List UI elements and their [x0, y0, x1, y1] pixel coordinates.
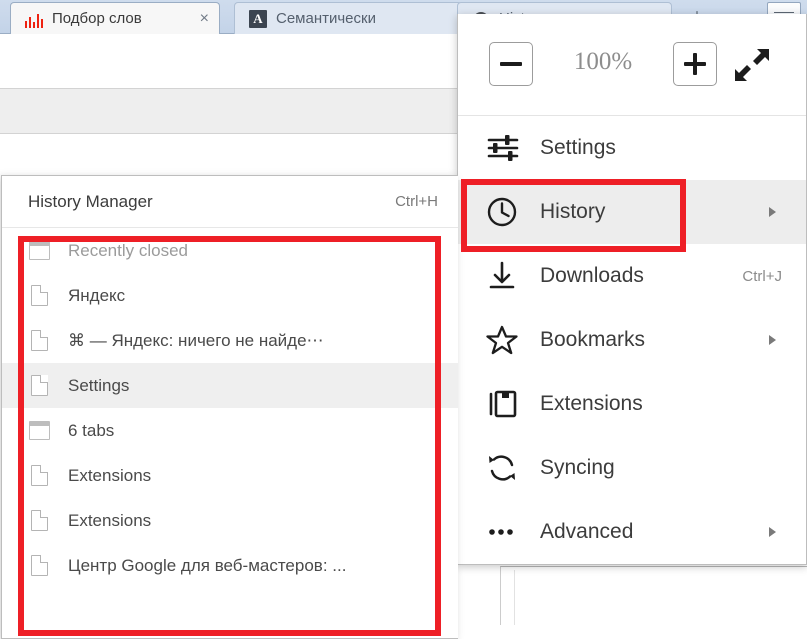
- extensions-icon: [486, 388, 526, 420]
- menu-item-label: History: [540, 200, 606, 223]
- history-entry-extensions-2[interactable]: Extensions: [2, 498, 458, 543]
- menu-item-label: Settings: [540, 136, 616, 159]
- page-icon: [28, 283, 50, 309]
- page-icon: [28, 508, 50, 534]
- history-entry-settings[interactable]: Settings: [2, 363, 458, 408]
- history-entry-yandex-not-found[interactable]: ⌘ — Яндекс: ничего не найде⋯: [2, 318, 458, 363]
- history-manager-label: History Manager: [28, 191, 153, 211]
- history-entry-label: Settings: [68, 375, 130, 395]
- page-icon: [28, 373, 50, 399]
- menu-item-settings[interactable]: Settings: [458, 116, 806, 180]
- history-entry-label: Центр Google для веб-мастеров: ...: [68, 555, 347, 575]
- history-entry-label: Яндекс: [68, 285, 126, 305]
- history-entry-google-webmasters[interactable]: Центр Google для веб-мастеров: ...: [2, 543, 458, 588]
- page-icon: [28, 328, 50, 354]
- clock-icon: [486, 196, 526, 228]
- download-arrow-icon: [486, 260, 526, 292]
- tab-podbor-slov[interactable]: Подбор слов ×: [10, 2, 220, 34]
- sliders-icon: [486, 133, 526, 163]
- tab-title: Семантически: [276, 10, 376, 27]
- chevron-right-icon: [769, 527, 776, 537]
- page-inner-frame-divider: [514, 570, 515, 625]
- plus-icon: [684, 53, 706, 75]
- menu-item-label: Extensions: [540, 392, 643, 415]
- zoom-level-value: 100%: [573, 48, 633, 75]
- history-entry-label: Extensions: [68, 510, 152, 530]
- menu-item-label: Bookmarks: [540, 328, 646, 351]
- history-entry-recently-closed[interactable]: Recently closed: [2, 228, 458, 273]
- fullscreen-arrows-icon: [735, 49, 769, 81]
- history-entry-label: 6 tabs: [68, 420, 115, 440]
- fullscreen-button[interactable]: [732, 47, 772, 83]
- history-entry-extensions-1[interactable]: Extensions: [2, 453, 458, 498]
- menu-item-shortcut: Ctrl+J: [742, 267, 782, 285]
- zoom-control-row: 100%: [458, 14, 806, 116]
- menu-item-label: Syncing: [540, 456, 615, 479]
- page-inner-frame: [500, 566, 807, 625]
- minus-icon: [500, 62, 522, 66]
- menu-item-extensions[interactable]: Extensions: [458, 372, 806, 436]
- history-manager-item[interactable]: History Manager Ctrl+H: [2, 176, 458, 228]
- browser-window: Подбор слов × A Семантически History + 1…: [0, 0, 807, 639]
- history-entry-label: Recently closed: [68, 240, 189, 260]
- history-entry-label: ⌘ — Яндекс: ничего не найде⋯: [68, 330, 324, 350]
- browser-main-menu: 100% Settings History Downloads Ctrl+J B…: [1, 14, 807, 639]
- menu-item-history[interactable]: History: [458, 180, 806, 244]
- zoom-out-button[interactable]: [489, 42, 533, 86]
- window-icon: [28, 418, 50, 444]
- menu-item-downloads[interactable]: Downloads Ctrl+J: [458, 244, 806, 308]
- ellipsis-icon: [486, 516, 526, 548]
- sync-arrows-icon: [486, 452, 526, 484]
- letter-a-icon: A: [249, 9, 267, 28]
- wordstat-bars-icon: [24, 10, 44, 28]
- history-entry-yandex[interactable]: Яндекс: [2, 273, 458, 318]
- history-submenu-panel: History Manager Ctrl+H Recently closed Я…: [1, 175, 458, 639]
- menu-item-label: Advanced: [540, 520, 634, 543]
- star-icon: [486, 324, 526, 356]
- menu-item-advanced[interactable]: Advanced: [458, 500, 806, 564]
- chevron-right-icon: [769, 335, 776, 345]
- history-entry-label: Extensions: [68, 465, 152, 485]
- window-icon: [28, 238, 50, 264]
- chevron-right-icon: [769, 207, 776, 217]
- page-icon: [28, 463, 50, 489]
- page-icon: [28, 553, 50, 579]
- tab-close-icon[interactable]: ×: [196, 10, 213, 27]
- menu-item-bookmarks[interactable]: Bookmarks: [458, 308, 806, 372]
- tab-semanticheskiy[interactable]: A Семантически: [234, 2, 462, 34]
- tab-title: Подбор слов: [52, 10, 142, 27]
- history-manager-shortcut: Ctrl+H: [395, 193, 438, 210]
- zoom-in-button[interactable]: [673, 42, 717, 86]
- menu-item-syncing[interactable]: Syncing: [458, 436, 806, 500]
- menu-item-label: Downloads: [540, 264, 644, 287]
- history-entry-6-tabs[interactable]: 6 tabs: [2, 408, 458, 453]
